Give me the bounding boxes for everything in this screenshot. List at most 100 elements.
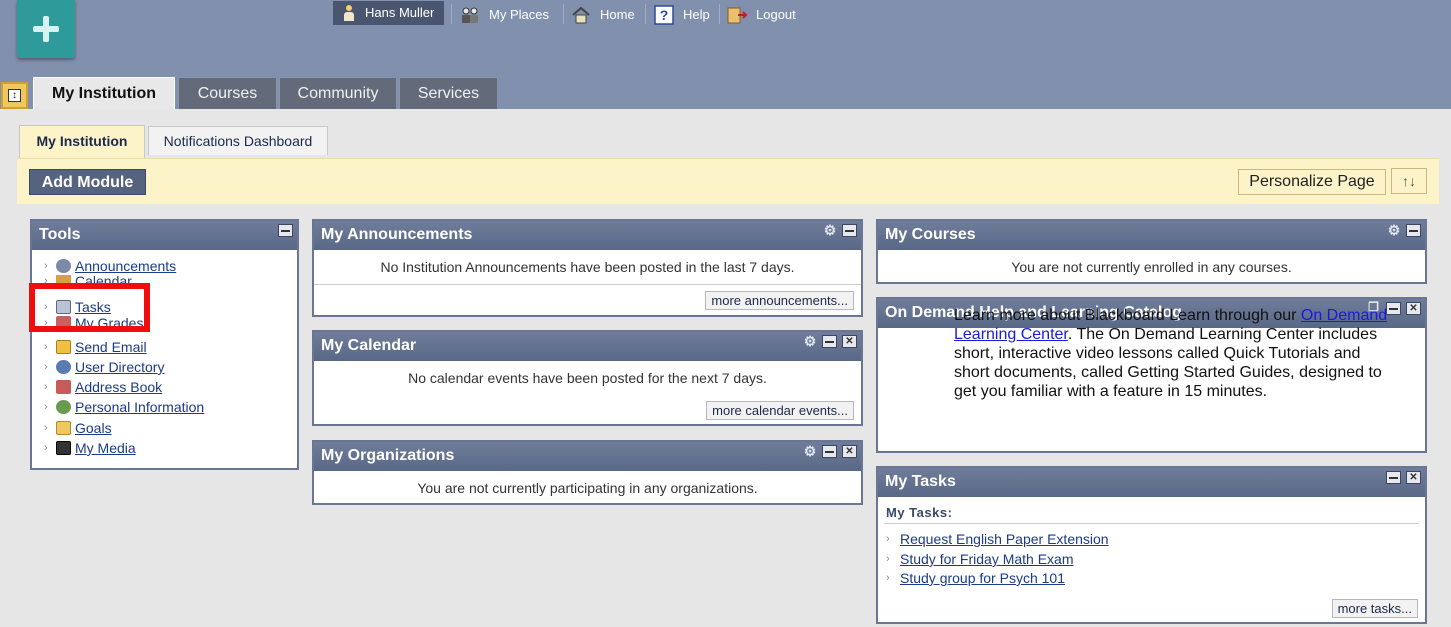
more-bar: more announcements...: [705, 291, 854, 310]
tool-item-send-email[interactable]: › Send Email: [44, 337, 147, 357]
highlight-box: [29, 283, 150, 332]
tab-services[interactable]: Services: [399, 77, 498, 109]
media-film-icon: [56, 441, 71, 455]
personalize-page-button[interactable]: Personalize Page: [1238, 169, 1386, 195]
ondemand-module: On Demand Help and Learning Catalog ❐ ✕ …: [876, 297, 1427, 453]
module-title: My Organizations: [321, 447, 455, 464]
home-label: Home: [600, 7, 635, 22]
expand-icon: ↕: [8, 89, 21, 102]
user-name: Hans Muller: [365, 5, 435, 20]
module-title: Tools: [39, 226, 81, 243]
module-header: My Announcements ⚙: [314, 221, 861, 250]
tool-link[interactable]: Address Book: [75, 379, 162, 395]
subtab-my-institution[interactable]: My Institution: [19, 125, 145, 158]
tool-item-personal-information[interactable]: › Personal Information: [44, 397, 204, 417]
task-link[interactable]: Study for Friday Math Exam: [900, 551, 1074, 567]
my-places-icon: [459, 5, 481, 25]
logout-label: Logout: [756, 7, 796, 22]
calendar-module: My Calendar ⚙ ✕ No calendar events have …: [312, 330, 863, 426]
help-label: Help: [683, 7, 710, 22]
menu-toggle-button[interactable]: ↕: [1, 82, 28, 109]
tasks-subheading: My Tasks:: [886, 505, 953, 520]
module-header: My Tasks ✕: [878, 468, 1425, 497]
tool-item-announcements[interactable]: › Announcements: [44, 256, 176, 276]
tab-courses[interactable]: Courses: [178, 77, 277, 109]
user-directory-icon: [56, 360, 71, 374]
tool-item-user-directory[interactable]: › User Directory: [44, 357, 164, 377]
task-item[interactable]: › Study for Friday Math Exam: [886, 549, 1074, 569]
chevron-right-icon: ›: [44, 341, 48, 353]
tool-link[interactable]: User Directory: [75, 359, 164, 375]
tool-item-my-media[interactable]: › My Media: [44, 438, 136, 458]
organizations-message: You are not currently participating in a…: [417, 480, 758, 496]
tool-link[interactable]: Goals: [75, 420, 112, 436]
chevron-right-icon: ›: [886, 572, 890, 584]
task-item[interactable]: › Study group for Psych 101: [886, 568, 1065, 588]
courses-message: You are not currently enrolled in any co…: [1011, 259, 1292, 275]
chevron-right-icon: ›: [44, 381, 48, 393]
task-link[interactable]: Request English Paper Extension: [900, 531, 1109, 547]
module-header: My Calendar ⚙ ✕: [314, 332, 861, 361]
my-places-link[interactable]: My Places: [459, 5, 549, 25]
more-announcements-button[interactable]: more announcements...: [705, 291, 854, 310]
minimize-icon[interactable]: [822, 445, 837, 458]
minimize-icon[interactable]: [1406, 224, 1421, 237]
blackboard-logo[interactable]: [17, 0, 75, 58]
ondemand-text: Learn more about Blackboard Learn throug…: [954, 306, 1394, 401]
gear-icon[interactable]: ⚙: [1387, 223, 1401, 237]
header-separator: [563, 4, 564, 24]
chevron-right-icon: ›: [886, 533, 890, 545]
minimize-icon[interactable]: [842, 224, 857, 237]
tool-item-address-book[interactable]: › Address Book: [44, 377, 162, 397]
header-separator: [719, 4, 720, 24]
personal-info-icon: [56, 400, 71, 414]
user-name-box[interactable]: Hans Muller: [333, 1, 444, 25]
more-calendar-events-button[interactable]: more calendar events...: [706, 401, 854, 420]
minimize-icon[interactable]: [278, 224, 293, 237]
task-link[interactable]: Study group for Psych 101: [900, 570, 1065, 586]
home-icon: [570, 5, 592, 25]
goals-folder-icon: [56, 421, 71, 435]
module-title: My Calendar: [321, 337, 417, 354]
address-book-icon: [56, 380, 71, 394]
module-header: My Courses ⚙: [878, 221, 1425, 250]
help-icon: ?: [653, 5, 675, 25]
tool-item-goals[interactable]: › Goals: [44, 418, 112, 438]
logout-link[interactable]: Logout: [726, 5, 796, 25]
chevron-right-icon: ›: [44, 260, 48, 272]
tool-link[interactable]: Personal Information: [75, 399, 204, 415]
add-module-button[interactable]: Add Module: [29, 169, 146, 195]
reorder-icon[interactable]: ↑↓: [1391, 168, 1427, 194]
more-tasks-button[interactable]: more tasks...: [1331, 599, 1418, 618]
header-separator: [451, 4, 452, 24]
chevron-right-icon: ›: [44, 401, 48, 413]
close-icon[interactable]: ✕: [1406, 471, 1421, 484]
announcements-message: No Institution Announcements have been p…: [380, 259, 795, 275]
module-title: My Announcements: [321, 226, 473, 243]
chevron-right-icon: ›: [886, 553, 890, 565]
module-header: My Organizations ⚙ ✕: [314, 442, 861, 471]
gear-icon[interactable]: ⚙: [803, 334, 817, 348]
gear-icon[interactable]: ⚙: [803, 444, 817, 458]
my-places-label: My Places: [489, 7, 549, 22]
tab-my-institution[interactable]: My Institution: [33, 77, 175, 109]
close-icon[interactable]: ✕: [842, 445, 857, 458]
courses-module: My Courses ⚙ You are not currently enrol…: [876, 219, 1427, 284]
tab-community[interactable]: Community: [279, 77, 397, 109]
chevron-right-icon: ›: [44, 422, 48, 434]
task-item[interactable]: › Request English Paper Extension: [886, 529, 1109, 549]
minimize-icon[interactable]: [1386, 471, 1401, 484]
help-link[interactable]: ? Help: [653, 5, 710, 25]
more-bar: more calendar events...: [706, 401, 854, 420]
close-icon[interactable]: ✕: [842, 335, 857, 348]
home-link[interactable]: Home: [570, 5, 635, 25]
module-title: My Courses: [885, 226, 976, 243]
more-bar: more tasks...: [1331, 599, 1418, 618]
minimize-icon[interactable]: [822, 335, 837, 348]
close-icon[interactable]: ✕: [1406, 302, 1421, 315]
subtab-notifications-dashboard[interactable]: Notifications Dashboard: [148, 126, 328, 155]
tool-link[interactable]: Send Email: [75, 339, 147, 355]
gear-icon[interactable]: ⚙: [823, 223, 837, 237]
tool-link[interactable]: Announcements: [75, 258, 176, 274]
tool-link[interactable]: My Media: [75, 440, 136, 456]
